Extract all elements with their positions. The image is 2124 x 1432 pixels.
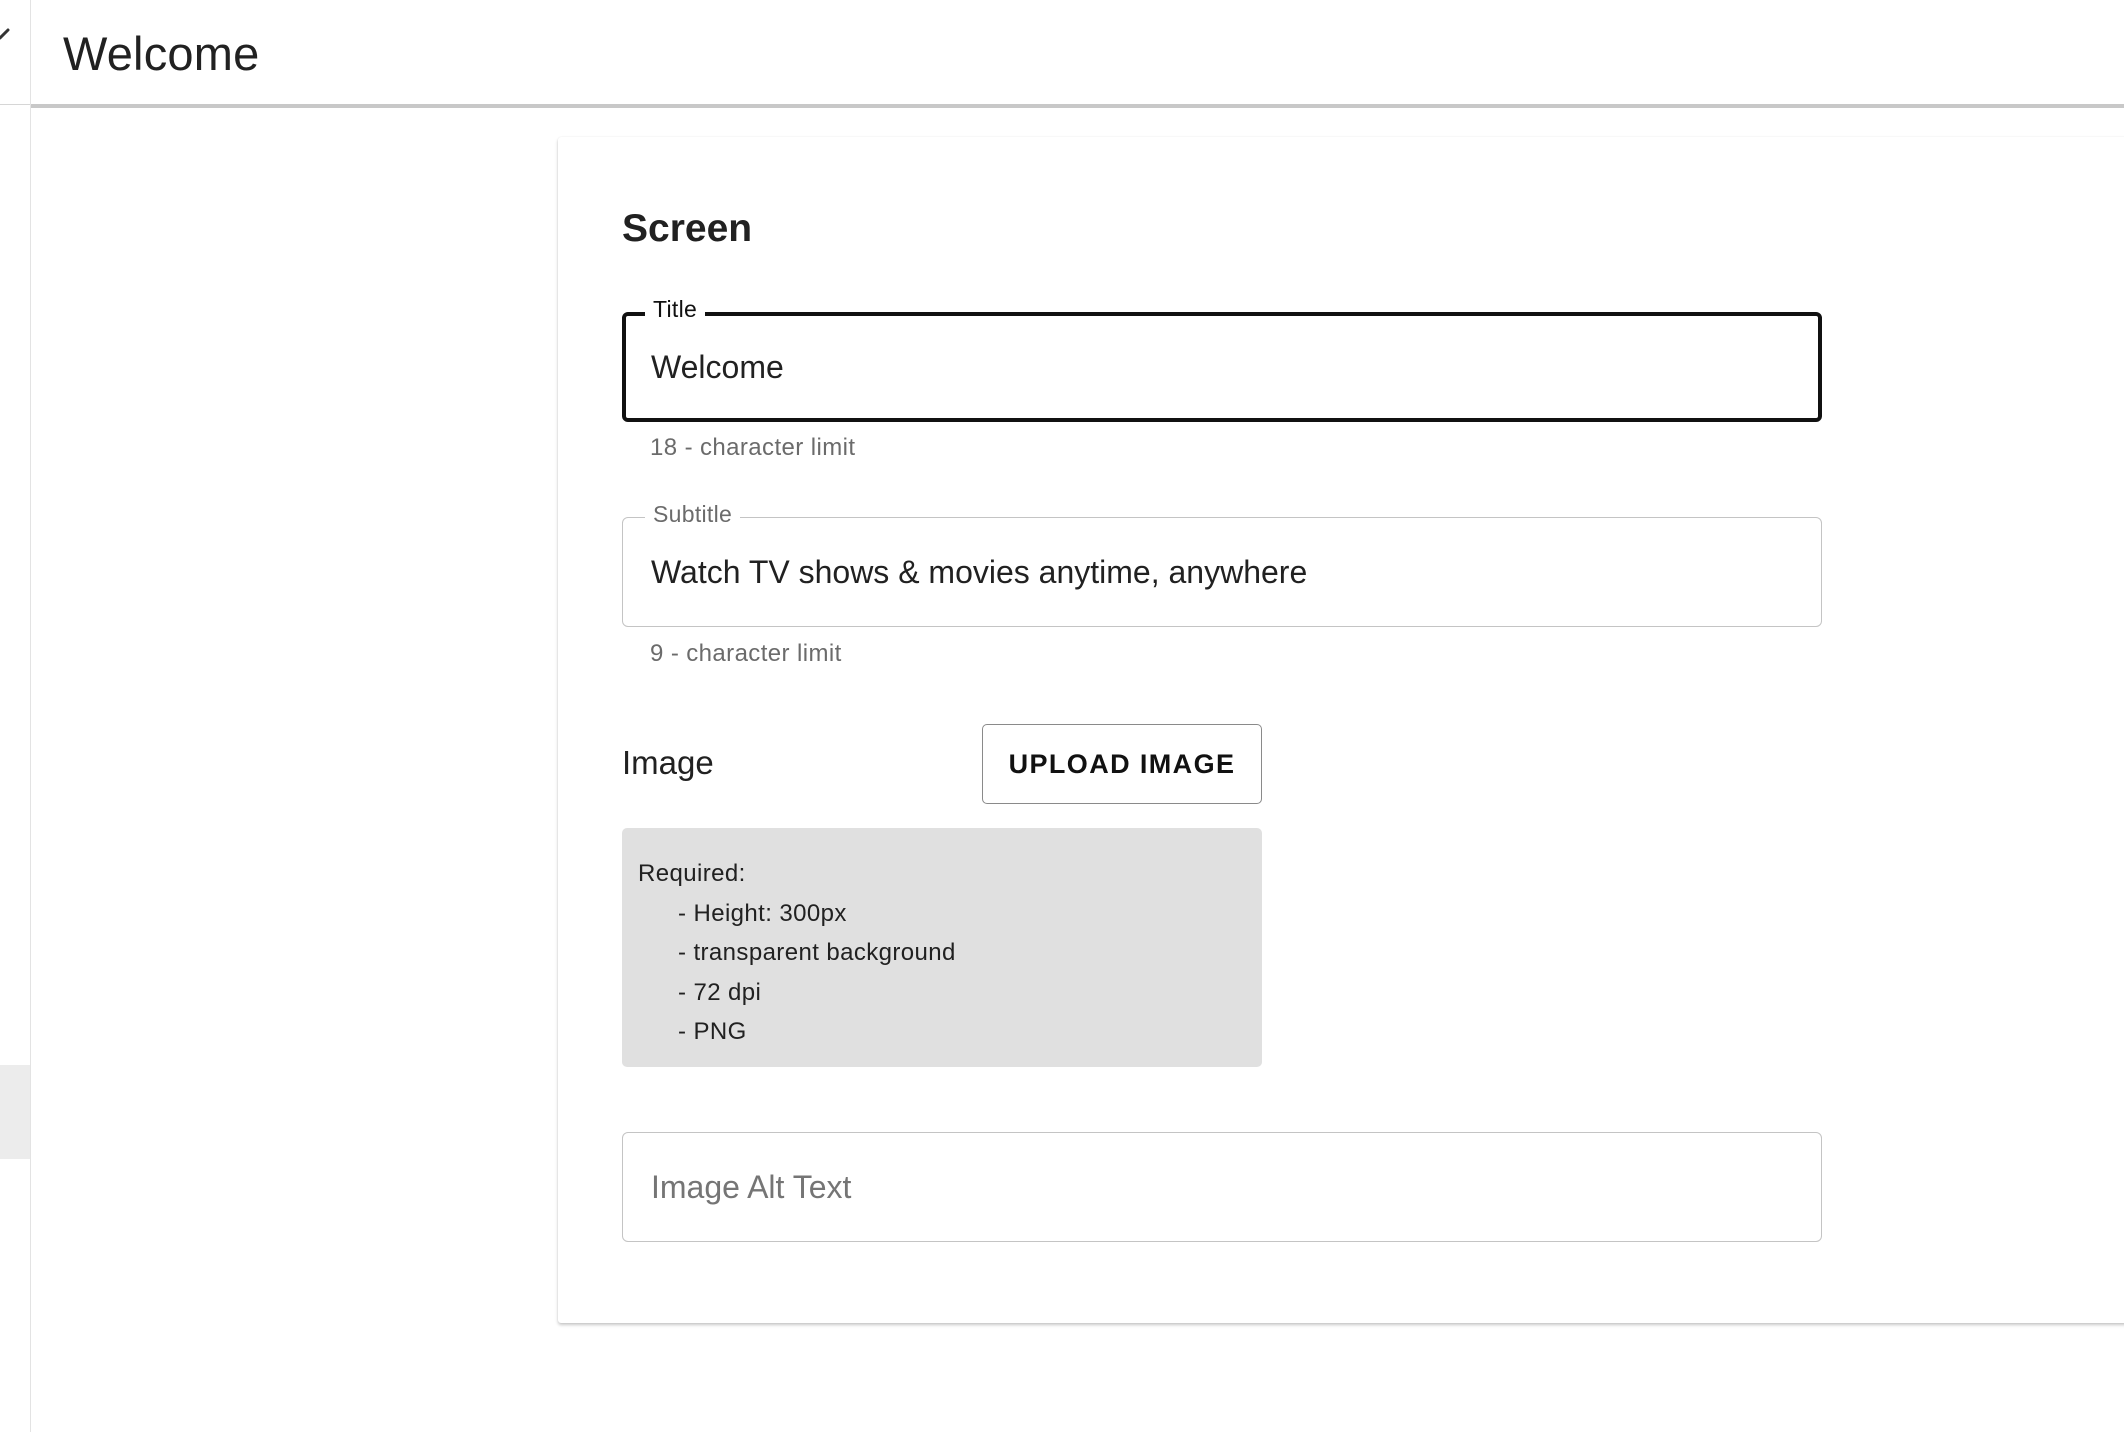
upload-image-button[interactable]: UPLOAD IMAGE: [982, 724, 1262, 804]
left-navigation-rail: [0, 0, 31, 1432]
chevron-left-icon[interactable]: [0, 28, 10, 48]
rail-selected-item[interactable]: [0, 1065, 30, 1159]
requirement-item: - Height: 300px: [678, 899, 847, 927]
image-alt-text-input[interactable]: [651, 1133, 1793, 1241]
requirement-item: - transparent background: [678, 939, 956, 966]
title-input[interactable]: [651, 316, 1790, 418]
requirements-heading: Required:: [638, 860, 746, 887]
title-helper-text: 18 - character limit: [650, 434, 856, 461]
requirement-item: - 72 dpi: [678, 978, 762, 1006]
screen-settings-card: Screen Title 18 - character limit Subtit…: [558, 137, 2124, 1323]
subtitle-input[interactable]: [651, 518, 1793, 626]
subtitle-field[interactable]: Subtitle: [622, 501, 1822, 627]
page-title: Welcome: [63, 27, 260, 80]
image-requirements-box: Required: - Height: 300px - transparent …: [622, 828, 1262, 1067]
app-header: Welcome: [31, 0, 2124, 108]
page: Welcome Screen Title 18 - character limi…: [0, 0, 2124, 1432]
rail-header: [0, 0, 30, 105]
requirement-item: - PNG: [678, 1018, 747, 1045]
section-title: Screen: [622, 207, 753, 250]
subtitle-helper-text: 9 - character limit: [650, 640, 842, 667]
image-label: Image: [622, 744, 714, 781]
title-field[interactable]: Title: [622, 296, 1822, 422]
image-alt-text-field[interactable]: [622, 1132, 1822, 1242]
